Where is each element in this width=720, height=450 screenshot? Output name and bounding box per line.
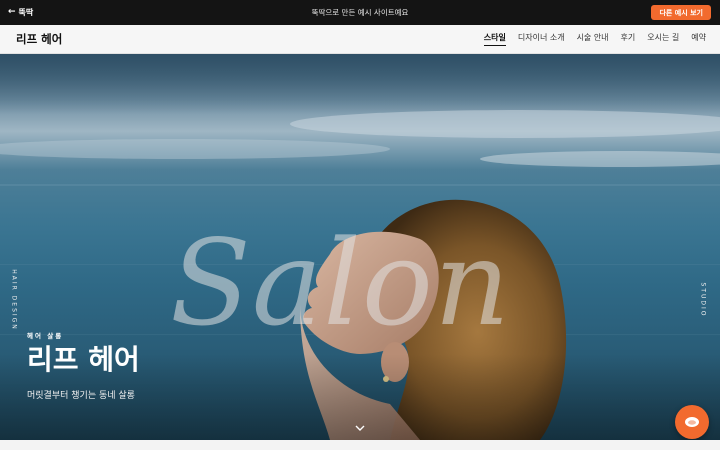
site-header: 리프 헤어 스타일 디자이너 소개 시술 안내 후기 오시는 길 예약 xyxy=(0,25,720,54)
arrow-left-icon: ← xyxy=(8,7,16,17)
hero-title: 리프 헤어 xyxy=(27,343,140,376)
background-word: Salon xyxy=(170,214,511,352)
side-label-left: HAIR DESIGN xyxy=(10,269,18,331)
chevron-down-icon[interactable] xyxy=(355,424,365,432)
nav-item-designers[interactable]: 디자이너 소개 xyxy=(518,32,565,46)
other-examples-button[interactable]: 다른 예시 보기 xyxy=(651,5,711,20)
side-label-right: STUDIO xyxy=(699,282,707,318)
main-nav: 스타일 디자이너 소개 시술 안내 후기 오시는 길 예약 xyxy=(483,25,706,53)
hero-eyebrow: 헤어 살롱 xyxy=(27,332,64,340)
chat-bubble-icon xyxy=(685,417,699,427)
nav-item-location[interactable]: 오시는 길 xyxy=(647,32,679,46)
nav-item-style[interactable]: 스타일 xyxy=(483,32,506,46)
nav-item-services[interactable]: 시술 안내 xyxy=(577,32,609,46)
promo-bar: ← 뚝딱 뚝딱으로 만든 예시 사이트예요 다른 예시 보기 xyxy=(0,0,720,25)
site-logo[interactable]: 리프 헤어 xyxy=(16,25,62,53)
chat-button[interactable] xyxy=(675,405,709,439)
nav-item-booking[interactable]: 예약 xyxy=(691,32,706,46)
back-button[interactable]: ← 뚝딱 xyxy=(8,0,33,25)
hero-subtitle: 머릿결부터 챙기는 동네 살롱 xyxy=(27,391,135,401)
back-label: 뚝딱 xyxy=(18,8,34,17)
hero-text-block: 헤어 살롱 리프 헤어 머릿결부터 챙기는 동네 살롱 xyxy=(27,330,140,401)
next-section-edge xyxy=(0,440,720,450)
nav-item-reviews[interactable]: 후기 xyxy=(621,32,636,46)
hero-section: Salon HAIR DESIGN STUDIO 헤어 살롱 리프 헤어 머릿결… xyxy=(0,54,720,440)
promo-text: 뚝딱으로 만든 예시 사이트예요 xyxy=(311,8,409,17)
